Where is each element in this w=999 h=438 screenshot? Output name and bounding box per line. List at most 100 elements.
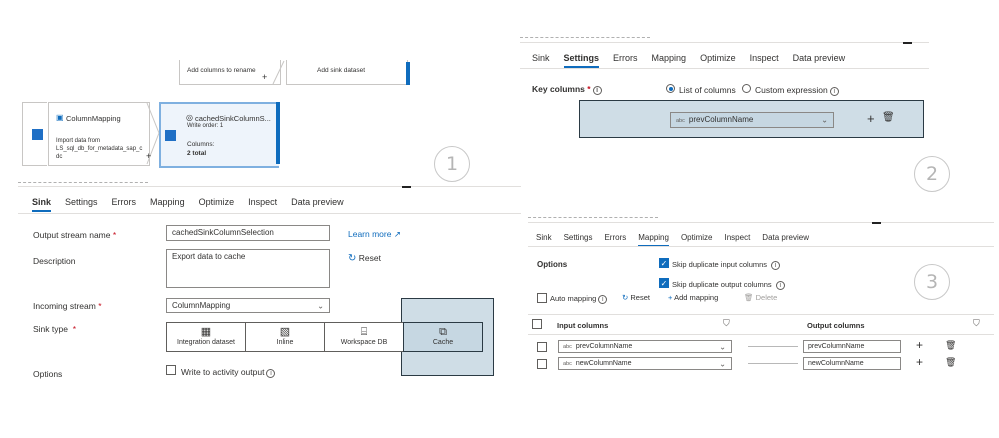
add-row-icon[interactable]: + <box>916 338 923 352</box>
column-mapping-node[interactable]: ▣ ColumnMapping Import data from LS_sql_… <box>48 102 150 166</box>
tab-errors[interactable]: Errors <box>604 233 626 247</box>
radio-list-of-columns[interactable] <box>666 84 675 93</box>
filter-icon[interactable]: ⛉ <box>723 318 730 329</box>
row-checkbox[interactable] <box>537 359 547 369</box>
sink-type-workspace[interactable]: ⌸ Workspace DB <box>324 322 404 352</box>
chevron-down-icon: ⌄ <box>719 342 726 351</box>
sink-type-label-text: Sink type <box>33 324 68 334</box>
select-all-checkbox[interactable] <box>532 319 542 329</box>
add-sink-node[interactable]: Add sink dataset <box>286 60 408 85</box>
chevron-down-icon: ⌄ <box>821 115 828 125</box>
tab-data-preview[interactable]: Data preview <box>793 53 846 68</box>
delete-row-icon[interactable]: 🗑 <box>945 340 956 351</box>
panel3-minimize[interactable] <box>872 222 881 224</box>
auto-mapping-checkbox[interactable] <box>537 293 547 303</box>
incoming-stream-label: Incoming stream * <box>33 301 102 311</box>
skip-output-checkbox[interactable]: ✓ <box>659 278 669 288</box>
tab-sink[interactable]: Sink <box>536 233 552 247</box>
sink-type-cache[interactable]: ⧉ Cache <box>403 322 483 352</box>
delete-icon[interactable]: 🗑 <box>882 112 895 123</box>
key-column-select[interactable]: abc prevColumnName ⌄ <box>670 112 834 128</box>
mapping-arrow <box>748 346 798 347</box>
skip-input-label: Skip duplicate input columns i <box>672 260 781 270</box>
tab-errors[interactable]: Errors <box>613 53 638 68</box>
sink-type-label: Sink type * <box>33 324 77 334</box>
add-mapping-text: Add mapping <box>674 293 719 302</box>
write-activity-text: Write to activity output <box>181 367 265 377</box>
info-icon: i <box>598 295 608 304</box>
skip-input-checkbox[interactable]: ✓ <box>659 258 669 268</box>
tab-sink[interactable]: Sink <box>32 197 52 212</box>
options-label: Options <box>33 369 63 379</box>
integration-label: Integration dataset <box>177 339 235 346</box>
cache-label: Cache <box>432 339 454 346</box>
tab-settings[interactable]: Settings <box>564 233 593 247</box>
skip-output-text: Skip duplicate output columns <box>672 280 772 289</box>
tab-data-preview[interactable]: Data preview <box>762 233 809 247</box>
database-icon: ⌸ <box>360 326 368 338</box>
add-icon[interactable]: + <box>867 111 875 126</box>
sink-type-inline[interactable]: ▧ Inline <box>245 322 325 352</box>
chevron-down-icon: ⌄ <box>719 359 726 368</box>
plus-connector[interactable]: + <box>262 72 267 82</box>
tab-data-preview[interactable]: Data preview <box>291 197 344 212</box>
info-icon: i <box>771 261 781 270</box>
write-activity-label: Write to activity output i <box>181 367 276 378</box>
tab-optimize[interactable]: Optimize <box>681 233 713 247</box>
tab-mapping[interactable]: Mapping <box>150 197 185 212</box>
output-column-input[interactable]: prevColumnName <box>803 340 901 353</box>
input-column-select[interactable]: abc newColumnName ⌄ <box>558 357 732 370</box>
write-activity-checkbox[interactable] <box>166 365 176 375</box>
sink-type-integration[interactable]: ▦ Integration dataset <box>166 322 246 352</box>
tab-mapping[interactable]: Mapping <box>638 233 669 247</box>
radio-custom-expression[interactable] <box>742 84 751 93</box>
columns-label: Columns: <box>187 141 215 148</box>
row-checkbox[interactable] <box>537 342 547 352</box>
tab-mapping[interactable]: Mapping <box>652 53 687 68</box>
cached-title: cachedSinkColumnS... <box>195 114 271 123</box>
panel3-tab-border <box>528 246 994 247</box>
output-column-value: prevColumnName <box>808 343 865 350</box>
reset-text: Reset <box>358 253 381 263</box>
output-stream-input[interactable]: cachedSinkColumnSelection <box>166 225 330 241</box>
output-stream-label-text: Output stream name <box>33 230 111 240</box>
description-textarea[interactable]: Export data to cache <box>166 249 330 288</box>
tab-settings[interactable]: Settings <box>65 197 98 212</box>
incoming-stream-select[interactable]: ColumnMapping ⌄ <box>166 298 330 313</box>
tab-optimize[interactable]: Optimize <box>700 53 736 68</box>
tab-errors[interactable]: Errors <box>112 197 137 212</box>
source-strip <box>22 102 47 166</box>
panel3-divider <box>528 217 658 218</box>
string-type-icon: abc <box>676 118 685 124</box>
tab-inspect[interactable]: Inspect <box>750 53 779 68</box>
add-columns-text: Add columns to rename <box>187 67 256 74</box>
tab-optimize[interactable]: Optimize <box>199 197 235 212</box>
auto-mapping-text: Auto mapping <box>550 294 597 303</box>
mapping-reset-button[interactable]: ↻ Reset <box>622 293 650 302</box>
filter-icon[interactable]: ⛉ <box>973 318 980 329</box>
delete-row-icon[interactable]: 🗑 <box>945 357 956 368</box>
panel2-minimize[interactable] <box>903 42 912 44</box>
output-column-input[interactable]: newColumnName <box>803 357 901 370</box>
tab-settings[interactable]: Settings <box>563 53 600 68</box>
tab-inspect[interactable]: Inspect <box>248 197 277 212</box>
tab-sink[interactable]: Sink <box>532 53 550 68</box>
database-icon: ▣ <box>56 113 64 122</box>
plus-connector-2[interactable]: + <box>146 151 151 161</box>
add-icon: + <box>668 293 673 302</box>
reset-button[interactable]: ↻ Reset <box>348 253 381 264</box>
add-mapping-button[interactable]: + Add mapping <box>668 293 718 302</box>
learn-more-link[interactable]: Learn more ↗ <box>348 229 401 240</box>
panel1-minimize[interactable] <box>402 186 411 188</box>
learn-more-text: Learn more <box>348 229 392 239</box>
delete-button[interactable]: 🗑 Delete <box>744 293 777 302</box>
marker-three-text: 3 <box>925 271 939 293</box>
options-label-3: Options <box>537 260 568 269</box>
tab-inspect[interactable]: Inspect <box>725 233 751 247</box>
cached-sink-node[interactable]: ◎ cachedSinkColumnS... Write order: 1 Co… <box>159 102 279 168</box>
add-row-icon[interactable]: + <box>916 355 923 369</box>
panel3-border <box>528 222 994 223</box>
panel1-divider <box>18 182 148 183</box>
chevron-down-icon: ⌄ <box>317 301 324 310</box>
input-column-select[interactable]: abc prevColumnName ⌄ <box>558 340 732 353</box>
